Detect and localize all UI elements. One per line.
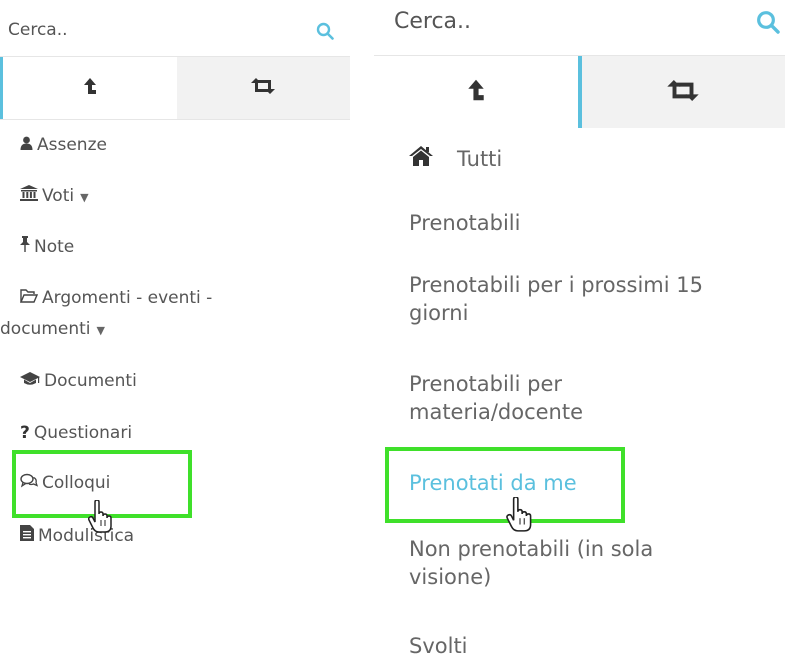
- menu-label: Note: [34, 237, 74, 257]
- menu-label: Prenotabili per: [409, 372, 562, 396]
- menu-item-non-prenotabili[interactable]: Non prenotabili (in sola visione): [409, 536, 653, 591]
- highlight-box: [385, 447, 625, 523]
- right-sidebar: Tutti Prenotabili Prenotabili per i pros…: [374, 0, 785, 659]
- tab-upload[interactable]: [374, 56, 582, 128]
- menu-item-note[interactable]: Note: [20, 236, 74, 259]
- institution-icon: [20, 185, 38, 207]
- hand-pointer-icon: [506, 497, 534, 537]
- home-icon: [409, 146, 433, 174]
- graduation-cap-icon: [20, 370, 40, 392]
- menu-label: Modulistica: [38, 526, 134, 546]
- folder-open-icon: [20, 287, 38, 309]
- menu-label: Argomenti - eventi -: [42, 288, 212, 308]
- menu-item-tutti[interactable]: Tutti: [409, 146, 502, 174]
- search-bar: [0, 0, 350, 57]
- tab-retweet[interactable]: [177, 57, 351, 119]
- menu-item-prenotabili[interactable]: Prenotabili: [409, 210, 520, 238]
- menu-label: Documenti: [44, 371, 137, 391]
- menu-label: Questionari: [34, 423, 132, 443]
- pin-icon: [20, 236, 30, 258]
- menu-label: Prenotabili: [409, 211, 520, 235]
- tab-retweet[interactable]: [582, 56, 785, 128]
- menu-label: documenti: [0, 319, 91, 339]
- menu-item-documenti[interactable]: Documenti: [20, 370, 137, 393]
- upload-arrow-icon: [83, 77, 97, 99]
- search-input[interactable]: [8, 20, 288, 40]
- menu-label: materia/docente: [409, 400, 583, 424]
- caret-down-icon: ▼: [80, 191, 88, 204]
- file-icon: [20, 525, 34, 547]
- menu-item-argomenti-line2[interactable]: documenti ▼: [0, 318, 105, 340]
- hand-pointer-icon: [88, 500, 114, 538]
- search-icon[interactable]: [316, 22, 334, 44]
- upload-arrow-icon: [467, 78, 485, 106]
- menu-label: Assenze: [37, 135, 107, 155]
- menu-item-prenotabili-materia[interactable]: Prenotabili per materia/docente: [409, 371, 583, 426]
- menu-label: giorni: [409, 301, 468, 325]
- menu-label: Tutti: [457, 147, 502, 171]
- menu-label: visione): [409, 565, 491, 589]
- menu-item-questionari[interactable]: ?Questionari: [20, 422, 132, 445]
- question-icon: ?: [20, 422, 30, 444]
- search-input[interactable]: [394, 9, 724, 34]
- menu-item-svolti[interactable]: Svolti: [409, 633, 468, 661]
- tab-bar: [374, 56, 785, 128]
- menu-item-modulistica[interactable]: Modulistica: [20, 525, 134, 548]
- left-sidebar: Assenze Voti▼ Note Argomenti - eventi - …: [0, 0, 350, 659]
- retweet-icon: [666, 80, 700, 105]
- menu-label: Svolti: [409, 634, 468, 658]
- menu-item-argomenti[interactable]: Argomenti - eventi -: [20, 287, 212, 310]
- tab-upload[interactable]: [0, 57, 177, 119]
- search-bar: [374, 0, 785, 56]
- menu-label: Non prenotabili (in sola: [409, 537, 653, 561]
- menu-item-assenze[interactable]: Assenze: [20, 134, 107, 157]
- retweet-icon: [250, 78, 276, 98]
- menu-label: Prenotabili per i prossimi 15: [409, 273, 703, 297]
- menu-item-voti[interactable]: Voti ▼: [20, 185, 89, 208]
- search-icon[interactable]: [756, 10, 780, 38]
- menu-item-prenotabili-15-giorni[interactable]: Prenotabili per i prossimi 15 giorni: [409, 272, 703, 327]
- user-icon: [20, 134, 33, 156]
- tab-bar: [0, 57, 350, 120]
- menu-label: Voti: [42, 186, 74, 206]
- caret-down-icon: ▼: [97, 324, 105, 337]
